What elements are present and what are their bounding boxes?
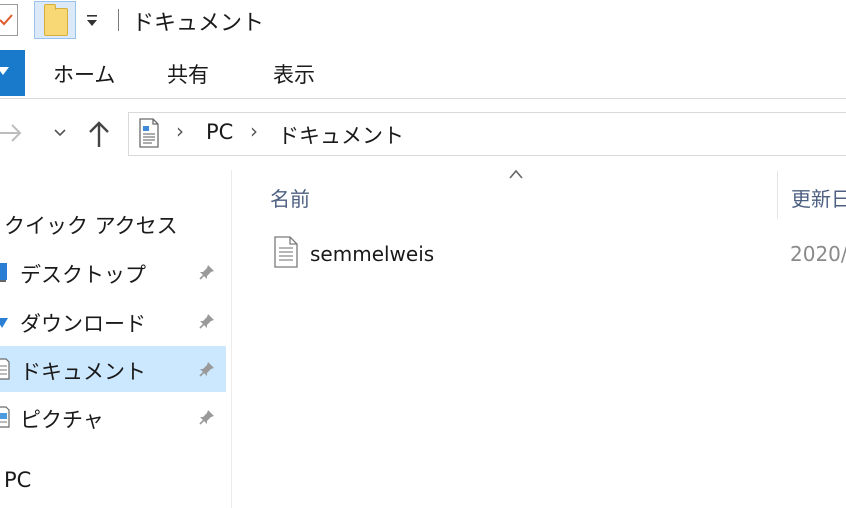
title-separator xyxy=(118,9,119,31)
window-title: ドキュメント xyxy=(132,11,265,36)
pane-divider[interactable] xyxy=(231,170,232,508)
quick-access-header[interactable]: クイック アクセス xyxy=(4,210,178,240)
title-bar: ドキュメント xyxy=(0,0,846,42)
sort-ascending-chevron-icon xyxy=(509,169,523,179)
tab-share[interactable]: 共有 xyxy=(167,59,209,89)
desktop-icon xyxy=(0,263,7,282)
breadcrumb-documents[interactable]: ドキュメント xyxy=(278,120,404,150)
nav-item-desktop[interactable]: デスクトップ xyxy=(0,249,226,295)
pin-icon[interactable] xyxy=(199,409,215,425)
nav-item-pictures[interactable]: ピクチャ xyxy=(0,394,226,440)
tab-view[interactable]: 表示 xyxy=(273,59,315,89)
pictures-icon xyxy=(0,406,10,428)
breadcrumb-pc[interactable]: PC xyxy=(206,120,233,144)
text-file-icon xyxy=(274,236,298,268)
recent-locations-chevron-down-icon[interactable] xyxy=(52,124,68,140)
pin-icon[interactable] xyxy=(199,264,215,280)
address-bar[interactable] xyxy=(128,112,846,156)
nav-item-label: ダウンロード xyxy=(20,312,146,336)
download-arrow-icon xyxy=(0,318,8,328)
pin-icon[interactable] xyxy=(199,313,215,329)
file-name: semmelweis xyxy=(310,242,435,266)
forward-arrow-icon[interactable] xyxy=(0,118,24,148)
file-row[interactable]: semmelweis 2020/ xyxy=(260,230,846,276)
documents-location-icon xyxy=(138,118,160,148)
file-tab[interactable] xyxy=(0,50,25,96)
file-modified-date: 2020/ xyxy=(790,242,846,266)
nav-item-label: デスクトップ xyxy=(20,263,146,287)
nav-item-documents[interactable]: ドキュメント xyxy=(0,346,226,392)
nav-item-downloads[interactable]: ダウンロード xyxy=(0,298,226,344)
breadcrumb-chevron-icon[interactable]: › xyxy=(176,119,184,143)
ribbon-tabs xyxy=(0,42,846,99)
nav-item-pc[interactable]: PC xyxy=(4,468,31,492)
column-header-modified[interactable]: 更新日 xyxy=(791,183,846,212)
tab-home[interactable]: ホーム xyxy=(53,59,115,89)
new-folder-quick-access-icon[interactable] xyxy=(34,1,76,39)
nav-item-label: ドキュメント xyxy=(20,360,146,384)
breadcrumb-chevron-icon[interactable]: › xyxy=(250,119,258,143)
nav-item-label: ピクチャ xyxy=(20,408,104,432)
up-arrow-icon[interactable] xyxy=(86,117,112,149)
pin-icon[interactable] xyxy=(199,361,215,377)
customize-quick-access-dropdown-icon[interactable] xyxy=(84,10,100,30)
documents-icon xyxy=(0,358,10,380)
column-divider[interactable] xyxy=(777,171,778,219)
column-header-name[interactable]: 名前 xyxy=(270,183,310,212)
properties-quick-access-icon[interactable] xyxy=(0,4,18,36)
